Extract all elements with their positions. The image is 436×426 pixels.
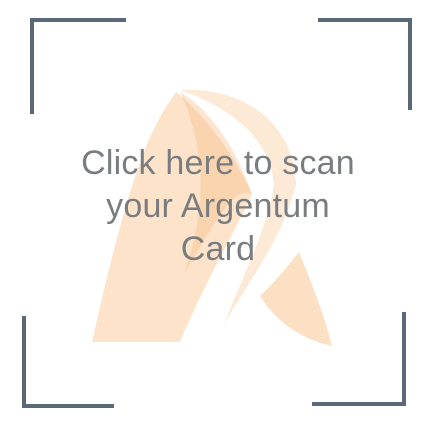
scan-prompt-text: Click here to scan your Argentum Card [81,144,355,268]
scan-card-button[interactable]: Click here to scan your Argentum Card [0,0,436,426]
